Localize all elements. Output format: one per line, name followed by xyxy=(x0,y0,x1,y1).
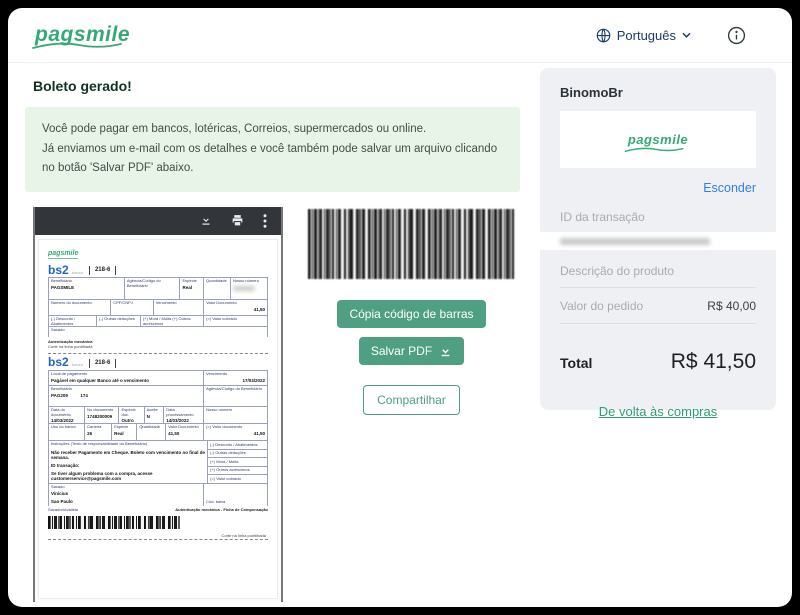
order-value-label: Valor do pedido xyxy=(560,299,643,313)
header: pagsmile Português xyxy=(8,8,792,63)
save-pdf-button[interactable]: Salvar PDF xyxy=(359,337,464,365)
boleto-barcode xyxy=(48,516,180,529)
logo-swoosh xyxy=(624,146,684,154)
bank-sub: banco xyxy=(72,270,83,275)
autenticacao-label-2: Autenticação mecânica - Ficha de Compens… xyxy=(175,508,268,513)
download-icon xyxy=(439,344,452,358)
info-icon xyxy=(727,26,746,45)
pdf-toolbar xyxy=(35,207,281,235)
sacador-label: Sacador/Avalista xyxy=(48,508,78,513)
merchant-logo-box: pagsmile xyxy=(560,111,756,168)
total-label: Total xyxy=(560,355,592,371)
language-selector[interactable]: Português xyxy=(596,28,691,43)
kebab-menu-icon[interactable] xyxy=(263,214,267,228)
share-button[interactable]: Compartilhar xyxy=(363,385,460,415)
transaction-id-label: ID da transação xyxy=(560,210,756,224)
payment-notice: Você pode pagar em bancos, lotéricas, Co… xyxy=(25,107,520,192)
logo-swoosh xyxy=(31,40,123,52)
merchant-name: BinomoBr xyxy=(560,85,756,100)
order-summary-sidebar: BinomoBr pagsmile Esconder ID da transaç… xyxy=(540,68,776,410)
notice-line-2: Já enviamos um e-mail com os detalhes e … xyxy=(42,140,503,179)
order-value-row: Valor do pedido R$ 40,00 xyxy=(560,288,756,324)
bank-code: 218-6 xyxy=(89,266,116,275)
corte-label-2: Corte na linha pontilhada xyxy=(48,532,268,541)
bank-logo: bs2 xyxy=(48,263,69,277)
chevron-down-icon xyxy=(682,32,691,38)
barcode-image xyxy=(308,209,515,279)
actions-column: Cópia código de barras Salvar PDF Compar… xyxy=(308,207,515,602)
transaction-id-value-redacted xyxy=(540,232,776,250)
globe-icon xyxy=(596,28,611,43)
save-pdf-label: Salvar PDF xyxy=(371,344,432,358)
download-icon[interactable] xyxy=(200,214,212,227)
total-value: R$ 41,50 xyxy=(671,350,756,374)
notice-line-1: Você pode pagar em bancos, lotéricas, Co… xyxy=(42,120,503,140)
print-icon[interactable] xyxy=(231,214,244,227)
corte-label-1: Corte na linha pontilhada xyxy=(48,345,268,350)
copy-barcode-label: Cópia código de barras xyxy=(349,307,473,321)
hide-link[interactable]: Esconder xyxy=(560,181,756,195)
main-content: Boleto gerado! Você pode pagar em bancos… xyxy=(25,70,520,602)
boleto-document: pagsmile bs2 banco 218-6 BeneficiárioPAG… xyxy=(38,239,278,599)
back-to-shopping-link[interactable]: De volta às compras xyxy=(599,404,718,419)
pagsmile-logo: pagsmile xyxy=(35,23,130,47)
share-label: Compartilhar xyxy=(377,393,446,407)
back-to-shopping: De volta às compras xyxy=(560,403,756,421)
language-label: Português xyxy=(617,28,676,43)
total-row: Total R$ 41,50 xyxy=(560,350,756,374)
boleto-bank-header-1: bs2 banco 218-6 xyxy=(48,266,268,276)
pagsmile-logo-small: pagsmile xyxy=(628,131,688,149)
boleto-bank-header-2: bs2 banco 218-6 xyxy=(48,358,268,368)
page-card: pagsmile Português Boleto gerado! xyxy=(8,8,792,607)
info-button[interactable] xyxy=(727,26,746,45)
pdf-viewer[interactable]: pagsmile bs2 banco 218-6 BeneficiárioPAG… xyxy=(33,207,283,602)
copy-barcode-button[interactable]: Cópia código de barras xyxy=(337,300,485,328)
order-value: R$ 40,00 xyxy=(707,299,756,313)
product-description-label: Descrição do produto xyxy=(560,264,756,288)
boleto-pagsmile-logo: pagsmile xyxy=(48,250,78,259)
page-title: Boleto gerado! xyxy=(33,78,520,94)
